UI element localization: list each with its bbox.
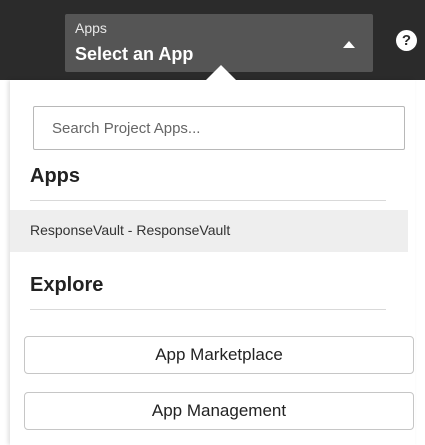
app-select-main-label: Select an App (75, 44, 194, 64)
app-select-small-label: Apps (75, 20, 107, 36)
app-marketplace-button[interactable]: App Marketplace (24, 336, 414, 374)
app-management-button[interactable]: App Management (24, 392, 414, 430)
app-list-item-label: ResponseVault - ResponseVault (30, 222, 231, 238)
search-apps-input[interactable] (33, 106, 405, 150)
explore-section-heading: Explore (30, 274, 104, 296)
app-select-dropdown[interactable]: Apps Select an App (65, 14, 373, 72)
apps-section-heading: Apps (30, 165, 80, 187)
app-list-item[interactable]: ResponseVault - ResponseVault (10, 210, 408, 252)
help-icon[interactable]: ? (396, 30, 417, 51)
dropdown-pointer (206, 65, 236, 80)
apps-divider (30, 200, 386, 201)
caret-up-icon (343, 41, 355, 48)
explore-divider (30, 309, 386, 310)
